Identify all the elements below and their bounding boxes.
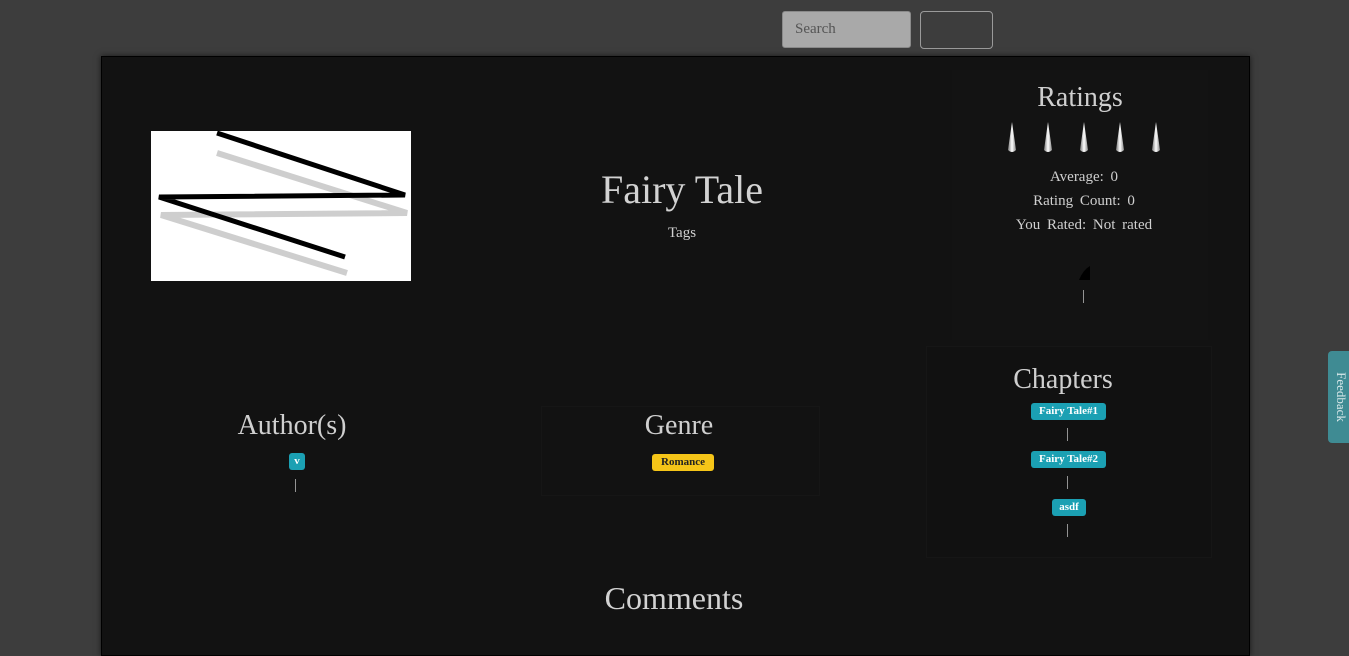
chapter-link[interactable]: asdf	[1052, 499, 1086, 516]
authors-heading: Author(s)	[237, 410, 347, 441]
divider: |	[1082, 288, 1086, 304]
rating-star-5-icon[interactable]	[1144, 120, 1168, 154]
rating-stars	[1000, 120, 1172, 154]
rating-count: Rating Count: 0	[1033, 193, 1135, 209]
divider: |	[1066, 426, 1070, 442]
tags-label[interactable]: Tags	[632, 225, 732, 242]
zigzag-shadow	[160, 150, 408, 276]
ratings-heading: Ratings	[1037, 82, 1123, 113]
rating-star-3-icon[interactable]	[1072, 120, 1096, 154]
story-title: Fairy Tale	[601, 167, 763, 212]
divider: |	[294, 477, 298, 493]
feedback-tab[interactable]: Feedback	[1328, 351, 1349, 443]
rating-average: Average: 0	[1049, 169, 1119, 185]
genre-badge[interactable]: Romance	[652, 454, 714, 471]
search-button[interactable]	[920, 11, 993, 49]
rating-star-2-icon[interactable]	[1036, 120, 1060, 154]
rating-you-rated: You Rated: Not rated	[1015, 217, 1153, 233]
cover-image	[151, 131, 411, 281]
divider: |	[1066, 474, 1070, 490]
rating-star-4-icon[interactable]	[1108, 120, 1132, 154]
chapter-link[interactable]: Fairy Tale#2	[1031, 451, 1106, 468]
ratings-panel: Ratings Average: 0 Rating Count: 0 You R…	[952, 70, 1208, 340]
author-link[interactable]: v	[289, 453, 305, 470]
search-input[interactable]	[782, 11, 911, 48]
comments-heading: Comments	[604, 580, 744, 616]
chapters-heading: Chapters	[1013, 364, 1113, 395]
divider: |	[1066, 522, 1070, 538]
genre-heading: Genre	[644, 410, 714, 441]
rate-button-icon[interactable]	[1079, 266, 1091, 280]
rating-star-1-icon[interactable]	[1000, 120, 1024, 154]
zigzag-stroke	[158, 131, 406, 260]
feedback-label: Feedback	[1334, 372, 1349, 422]
chapter-link[interactable]: Fairy Tale#1	[1031, 403, 1106, 420]
